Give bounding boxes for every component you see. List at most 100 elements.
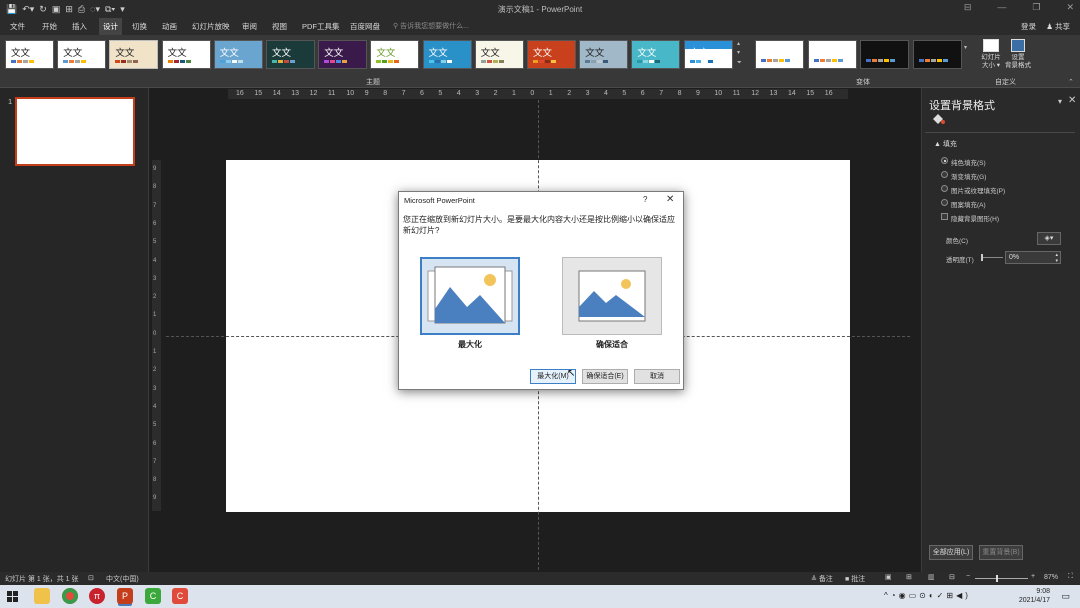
pane-close-icon[interactable]: ✕	[1068, 95, 1076, 106]
pane-options-icon[interactable]: ▾	[1058, 97, 1062, 106]
notification-icon[interactable]: ▭	[1061, 591, 1070, 602]
gradient-fill-label[interactable]: 渐变填充(G)	[951, 171, 986, 181]
theme-thumbnail[interactable]: 文文	[161, 40, 211, 69]
ruler-tick-label: 4	[456, 90, 461, 97]
theme-thumbnail[interactable]: 文文	[5, 40, 54, 69]
tell-me-search[interactable]: ⚲ 告诉我您想要做什么...	[393, 21, 469, 31]
ribbon-display-icon[interactable]: ⊟	[964, 2, 972, 13]
system-tray-icons[interactable]: ^◔◉▭⊙◐✓⊞◀)	[884, 591, 971, 600]
gradient-fill-radio[interactable]	[941, 171, 948, 178]
chrome-icon[interactable]	[62, 588, 78, 604]
theme-thumbnail[interactable]: 文文	[527, 40, 576, 69]
windows-start-icon[interactable]	[7, 591, 18, 602]
theme-thumbnail[interactable]: 文文	[213, 40, 263, 69]
login-link[interactable]: 登录	[1021, 21, 1036, 32]
ensure-fit-button[interactable]: 确保适合(E)	[582, 369, 628, 384]
theme-thumbnail[interactable]: 文文	[370, 40, 420, 69]
spinner-icon[interactable]: ▴ ▾	[1055, 252, 1058, 264]
close-window-icon[interactable]: ✕	[1066, 2, 1074, 13]
apply-to-all-button[interactable]: 全部应用(L)	[929, 545, 973, 560]
tab-view[interactable]: 视图	[272, 21, 287, 32]
app-pi-icon[interactable]: π	[89, 588, 105, 604]
red-app-icon[interactable]: C	[172, 588, 188, 604]
tab-insert[interactable]: 插入	[72, 21, 87, 32]
normal-view-icon[interactable]: ▣	[885, 573, 892, 581]
tray-clock[interactable]: 9:08 2021/4/17	[1019, 587, 1050, 605]
variant-thumbnail[interactable]	[807, 40, 857, 69]
collapse-ribbon-icon[interactable]: ⌃	[1068, 79, 1074, 86]
zoom-slider-knob[interactable]	[996, 575, 998, 582]
theme-thumbnail[interactable]: 文文	[631, 40, 681, 69]
variant-thumbnail[interactable]	[755, 40, 804, 69]
theme-thumbnail[interactable]: 文文	[266, 40, 315, 69]
tab-review[interactable]: 审阅	[242, 21, 257, 32]
cancel-button[interactable]: 取消	[634, 369, 680, 384]
theme-thumbnail[interactable]: 文文	[57, 40, 107, 69]
green-app-icon[interactable]: C	[145, 588, 161, 604]
ruler-tick-label: 3	[153, 275, 157, 282]
theme-thumbnail[interactable]: 文文	[109, 40, 159, 69]
notes-button[interactable]: ≜ 备注	[811, 574, 833, 584]
zoom-slider[interactable]	[975, 578, 1028, 579]
dialog-close-icon[interactable]: ✕	[666, 194, 674, 205]
transparency-input[interactable]: 0% ▴ ▾	[1005, 251, 1061, 264]
transparency-slider-knob[interactable]	[981, 254, 983, 261]
theme-thumbnail[interactable]: 文文	[474, 40, 524, 69]
tab-transitions[interactable]: 切换	[132, 21, 147, 32]
variant-thumbnail[interactable]	[860, 40, 909, 69]
theme-thumbnail-text: 文文	[219, 48, 239, 59]
ruler-tick-label: 8	[383, 90, 388, 97]
gallery-more-icon[interactable]: ⏷	[737, 60, 742, 66]
zoom-in-icon[interactable]: +	[1031, 573, 1035, 580]
theme-thumbnail[interactable]: 文文	[318, 40, 368, 69]
format-background-button[interactable]: 设置 背景格式	[1004, 39, 1032, 70]
gallery-scroll-down-icon[interactable]: ▾	[737, 50, 740, 56]
share-button[interactable]: ♟ 共享	[1046, 21, 1070, 32]
tab-design[interactable]: 设计	[99, 18, 122, 35]
fill-section-header[interactable]: ▲ 填充	[934, 139, 957, 149]
pattern-fill-label[interactable]: 图案填充(A)	[951, 199, 986, 209]
tab-home[interactable]: 开始	[42, 21, 57, 32]
hide-bg-graphics-checkbox[interactable]	[941, 213, 948, 220]
minimize-icon[interactable]: —	[997, 2, 1006, 13]
picture-fill-radio[interactable]	[941, 185, 948, 192]
variant-thumbnail[interactable]	[912, 40, 962, 69]
variant-scroll-icon[interactable]: ▾	[964, 45, 967, 51]
color-picker-button[interactable]: ◈▾	[1037, 232, 1061, 245]
tab-file[interactable]: 文件	[10, 21, 25, 32]
zoom-out-icon[interactable]: −	[966, 573, 970, 580]
solid-fill-radio[interactable]	[941, 157, 948, 164]
theme-thumbnail-text: 文文	[115, 48, 135, 59]
reset-background-button[interactable]: 重置背景(B)	[979, 545, 1023, 560]
tab-slideshow[interactable]: 幻灯片放映	[192, 21, 230, 32]
solid-fill-label[interactable]: 纯色填充(S)	[951, 157, 986, 167]
theme-thumbnail[interactable]: 文文	[579, 40, 629, 69]
fill-bucket-icon[interactable]	[930, 112, 946, 126]
hide-bg-graphics-label[interactable]: 隐藏背景图形(H)	[951, 213, 999, 223]
reading-view-icon[interactable]: ▥	[928, 573, 935, 581]
gallery-scroll-up-icon[interactable]: ▴	[737, 41, 740, 47]
fit-to-window-icon[interactable]: ⛶	[1068, 573, 1073, 581]
slide-thumbnail[interactable]	[15, 97, 135, 166]
transparency-slider[interactable]	[981, 257, 1003, 258]
tab-animations[interactable]: 动画	[162, 21, 177, 32]
maximize-option[interactable]: 最大化	[420, 257, 520, 349]
theme-thumbnail[interactable]: 文文	[422, 40, 472, 69]
slideshow-view-icon[interactable]: ⊟	[949, 573, 955, 581]
file-explorer-icon[interactable]	[34, 588, 50, 604]
tab-pdf-tools[interactable]: PDF工具集	[302, 21, 340, 32]
comments-button[interactable]: ■ 批注	[845, 574, 865, 584]
slide-sorter-icon[interactable]: ⊞	[906, 573, 912, 581]
pattern-fill-radio[interactable]	[941, 199, 948, 206]
restore-icon[interactable]: ❐	[1032, 2, 1040, 13]
ensure-fit-option[interactable]: 确保适合	[562, 257, 662, 349]
theme-thumbnail[interactable]: 文文	[683, 40, 733, 69]
tab-baidu-netdisk[interactable]: 百度网盘	[350, 21, 380, 32]
powerpoint-taskbar-icon[interactable]: P	[117, 588, 133, 604]
zoom-level[interactable]: 87%	[1044, 574, 1058, 581]
language-status[interactable]: 中文(中国)	[106, 574, 139, 584]
help-icon[interactable]: ?	[643, 195, 647, 204]
picture-fill-label[interactable]: 图片或纹理填充(P)	[951, 185, 1005, 195]
slide-size-button[interactable]: 幻灯片 大小 ▾	[978, 39, 1004, 70]
spellcheck-icon[interactable]: ⊡	[88, 574, 94, 582]
